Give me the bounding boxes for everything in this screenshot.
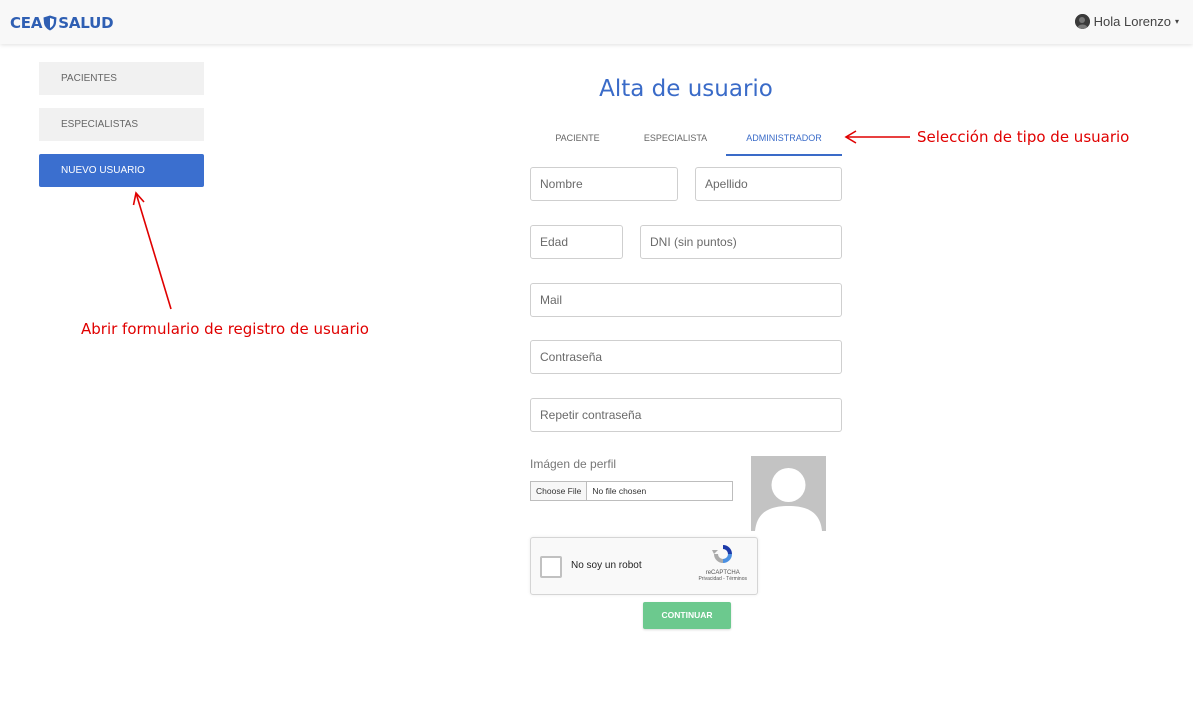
arrow-to-tabs: [844, 130, 910, 144]
annotation-arrows: [132, 130, 910, 310]
arrow-to-nuevo-usuario: [132, 191, 172, 310]
